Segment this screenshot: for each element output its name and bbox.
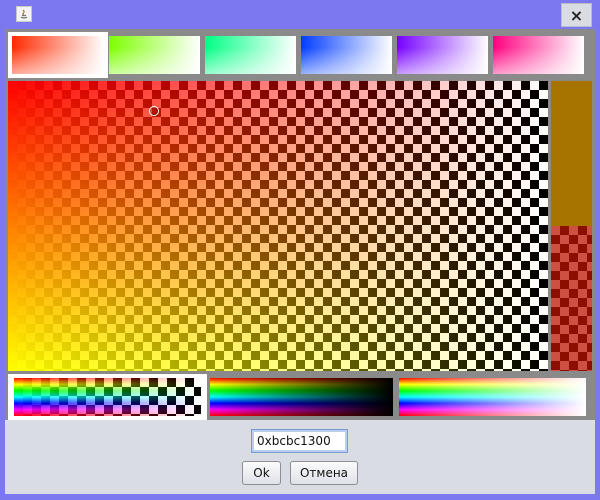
hue-tab-cyan-blue[interactable]: [297, 32, 396, 78]
java-icon: [16, 6, 32, 22]
ok-button[interactable]: Ok: [242, 461, 281, 485]
close-icon: ×: [569, 5, 584, 25]
alpha-rainbow-swatch: [14, 378, 201, 416]
color-cursor[interactable]: [149, 106, 159, 116]
alpha-preview-color: [551, 226, 592, 371]
hue-swatch: [493, 36, 584, 74]
hue-swatch: [109, 36, 200, 74]
hue-swatch: [12, 36, 104, 74]
color-chooser-window: × Ok Отмена: [0, 0, 600, 500]
title-bar[interactable]: ×: [0, 0, 600, 30]
hue-swatch: [397, 36, 488, 74]
mode-strip-light-rainbow[interactable]: [393, 374, 592, 420]
hue-tab-red[interactable]: [8, 32, 108, 78]
opaque-preview: [551, 81, 592, 226]
color-hex-input[interactable]: [251, 429, 348, 453]
color-preview: [551, 81, 592, 371]
hue-tab-magenta[interactable]: [489, 32, 588, 78]
light-rainbow-swatch: [399, 378, 586, 416]
hue-swatch: [205, 36, 296, 74]
hue-tab-green[interactable]: [201, 32, 300, 78]
mode-strip-alpha-rainbow[interactable]: [8, 374, 207, 420]
color-field[interactable]: [8, 81, 548, 371]
dark-rainbow-swatch: [210, 378, 393, 416]
hue-tab-yellow-green[interactable]: [105, 32, 204, 78]
close-button[interactable]: ×: [561, 3, 592, 27]
hue-swatch: [301, 36, 392, 74]
mode-strip-dark-rainbow[interactable]: [204, 374, 399, 420]
alpha-rainbow-gradient: [14, 378, 201, 416]
color-field-gradient: [8, 81, 548, 371]
hue-tab-violet[interactable]: [393, 32, 492, 78]
cancel-button[interactable]: Отмена: [290, 461, 358, 485]
alpha-preview: [551, 226, 592, 371]
